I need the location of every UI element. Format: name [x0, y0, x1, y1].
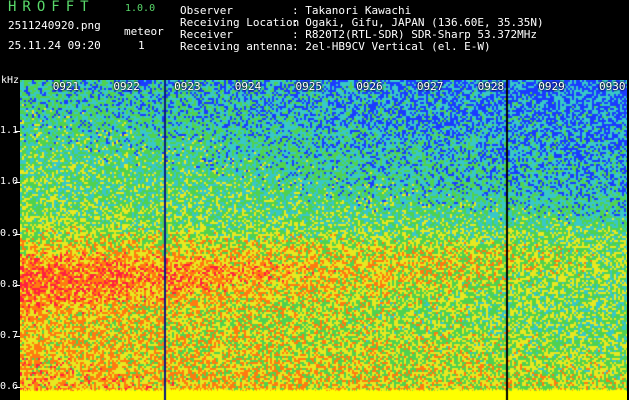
antenna-key: Receiving antenna — [180, 40, 293, 53]
y-tick-mark — [15, 233, 20, 235]
x-tick-label: 0923 — [174, 80, 201, 93]
x-tick-label: 0928 — [477, 80, 505, 93]
x-tick-label: 0926 — [356, 80, 383, 93]
y-tick-mark — [15, 131, 20, 133]
y-tick-mark — [15, 387, 20, 389]
antenna-value: : 2el-HB9CV Vertical (el. E-W) — [292, 40, 491, 53]
file-name: 2511240920.png — [8, 19, 101, 32]
spectrogram-canvas — [20, 80, 627, 400]
meteor-count: 1 — [138, 39, 145, 52]
app-logo: HROFFT — [8, 0, 95, 15]
y-axis-unit: kHz — [1, 75, 20, 86]
app-version: 1.0.0 — [125, 3, 156, 14]
y-tick-mark — [15, 336, 20, 337]
x-tick-label: 0925 — [295, 80, 323, 93]
y-tick-mark — [15, 284, 20, 286]
capture-datetime: 25.11.24 09:20 — [8, 39, 101, 52]
x-tick-label: 0927 — [416, 80, 444, 93]
x-tick-label: 0929 — [538, 80, 565, 93]
meteor-label: meteor — [124, 25, 164, 38]
x-tick-label: 0930 — [599, 80, 626, 93]
y-tick-mark — [15, 182, 20, 184]
x-tick-label: 0921 — [52, 80, 80, 93]
x-tick-label: 0924 — [234, 80, 262, 93]
x-tick-label: 0922 — [113, 80, 140, 93]
